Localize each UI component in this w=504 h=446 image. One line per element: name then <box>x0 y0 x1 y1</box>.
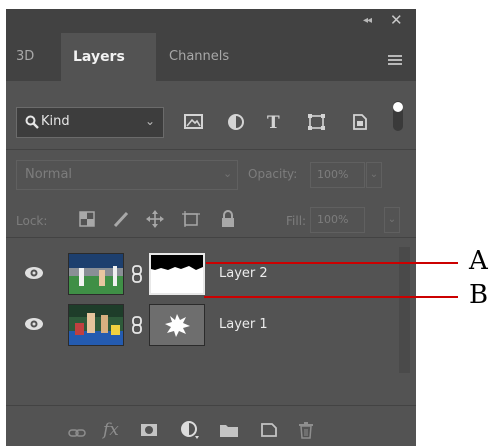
collapse-panel-icon[interactable]: ◂◂ <box>363 15 372 26</box>
shape-layer-filter-icon[interactable] <box>306 112 328 132</box>
opacity-label: Opacity: <box>248 167 298 181</box>
lock-artboard-icon[interactable] <box>181 210 201 228</box>
divider <box>6 237 416 238</box>
link-layers-icon[interactable] <box>68 427 86 439</box>
lock-transparent-pixels-icon[interactable] <box>78 210 96 228</box>
divider <box>6 405 416 406</box>
tab-layers[interactable]: Layers <box>61 33 156 81</box>
crowd-photo-thumbnail-icon <box>69 305 123 345</box>
lock-all-icon[interactable] <box>220 210 236 228</box>
filter-kind-label: Kind <box>41 114 70 129</box>
layer-mask-thumbnail[interactable] <box>149 253 205 295</box>
lock-label: Lock: <box>16 214 48 228</box>
opacity-value: 100% <box>317 168 349 181</box>
add-mask-icon[interactable] <box>140 423 158 437</box>
panel-titlebar: ◂◂ ✕ <box>6 9 416 33</box>
layers-scrollbar[interactable] <box>399 247 410 373</box>
trash-icon[interactable] <box>298 421 314 439</box>
panel-tabbar: 3D Layers Channels <box>6 33 416 81</box>
chevron-down-icon: ⌄ <box>223 167 233 180</box>
chain-link-icon[interactable] <box>131 316 143 334</box>
callout-line-b <box>204 296 458 298</box>
tab-channels[interactable]: Channels <box>169 49 229 64</box>
tab-3d[interactable]: 3D <box>16 49 34 64</box>
callout-label-b: B <box>469 280 489 310</box>
new-layer-icon[interactable] <box>260 422 278 438</box>
layer-row-layer-1[interactable]: Layer 1 <box>6 301 399 352</box>
visibility-eye-icon[interactable] <box>24 266 44 280</box>
type-layer-filter-icon[interactable]: T <box>265 112 287 132</box>
mask-splat-icon <box>150 305 204 345</box>
opacity-field[interactable]: 100% <box>310 162 365 188</box>
filter-kind-select[interactable]: Kind ⌄ <box>16 107 164 138</box>
tab-layers-label: Layers <box>73 49 125 65</box>
layer-mask-thumbnail[interactable] <box>149 304 205 346</box>
visibility-eye-icon[interactable] <box>24 317 44 331</box>
filter-toggle-icon[interactable] <box>391 99 405 133</box>
chevron-down-icon: ⌄ <box>145 114 156 128</box>
divider <box>6 149 416 150</box>
smart-object-filter-icon[interactable] <box>349 112 371 132</box>
pixel-layer-filter-icon[interactable] <box>183 112 205 132</box>
search-icon <box>25 115 39 129</box>
lock-image-pixels-icon[interactable] <box>112 210 130 228</box>
tennis-photo-thumbnail-icon <box>69 254 123 294</box>
fill-label: Fill: <box>286 214 307 228</box>
lock-position-icon[interactable] <box>146 210 164 228</box>
fill-dropdown-icon[interactable]: ⌄ <box>384 207 400 233</box>
blend-mode-select[interactable]: Normal ⌄ <box>16 160 238 190</box>
layer-name[interactable]: Layer 1 <box>219 317 268 332</box>
callout-line-a <box>206 262 458 264</box>
layer-thumbnail <box>68 304 124 346</box>
layer-row-layer-2[interactable]: Layer 2 <box>6 250 399 301</box>
fx-icon[interactable]: fx <box>103 420 119 440</box>
layer-name[interactable]: Layer 2 <box>219 266 268 281</box>
opacity-dropdown-icon[interactable]: ⌄ <box>366 162 382 188</box>
fill-field[interactable]: 100% <box>310 207 365 233</box>
blend-mode-label: Normal <box>25 167 73 182</box>
layers-list: Layer 2 Layer 1 <box>6 245 416 385</box>
chain-link-icon[interactable] <box>131 265 143 283</box>
layer-thumbnail <box>68 253 124 295</box>
svg-text:T: T <box>267 113 280 132</box>
layers-panel: ◂◂ ✕ 3D Layers Channels Kind ⌄ T Normal … <box>6 9 416 446</box>
panel-menu-icon[interactable] <box>388 55 402 67</box>
adjustment-layer-filter-icon[interactable] <box>225 112 247 132</box>
adjustment-icon[interactable] <box>180 421 200 439</box>
group-folder-icon[interactable] <box>219 423 239 438</box>
fill-value: 100% <box>317 213 349 226</box>
mask-horizon-icon <box>151 255 203 293</box>
close-panel-icon[interactable]: ✕ <box>390 11 403 29</box>
callout-label-a: A <box>469 246 488 276</box>
